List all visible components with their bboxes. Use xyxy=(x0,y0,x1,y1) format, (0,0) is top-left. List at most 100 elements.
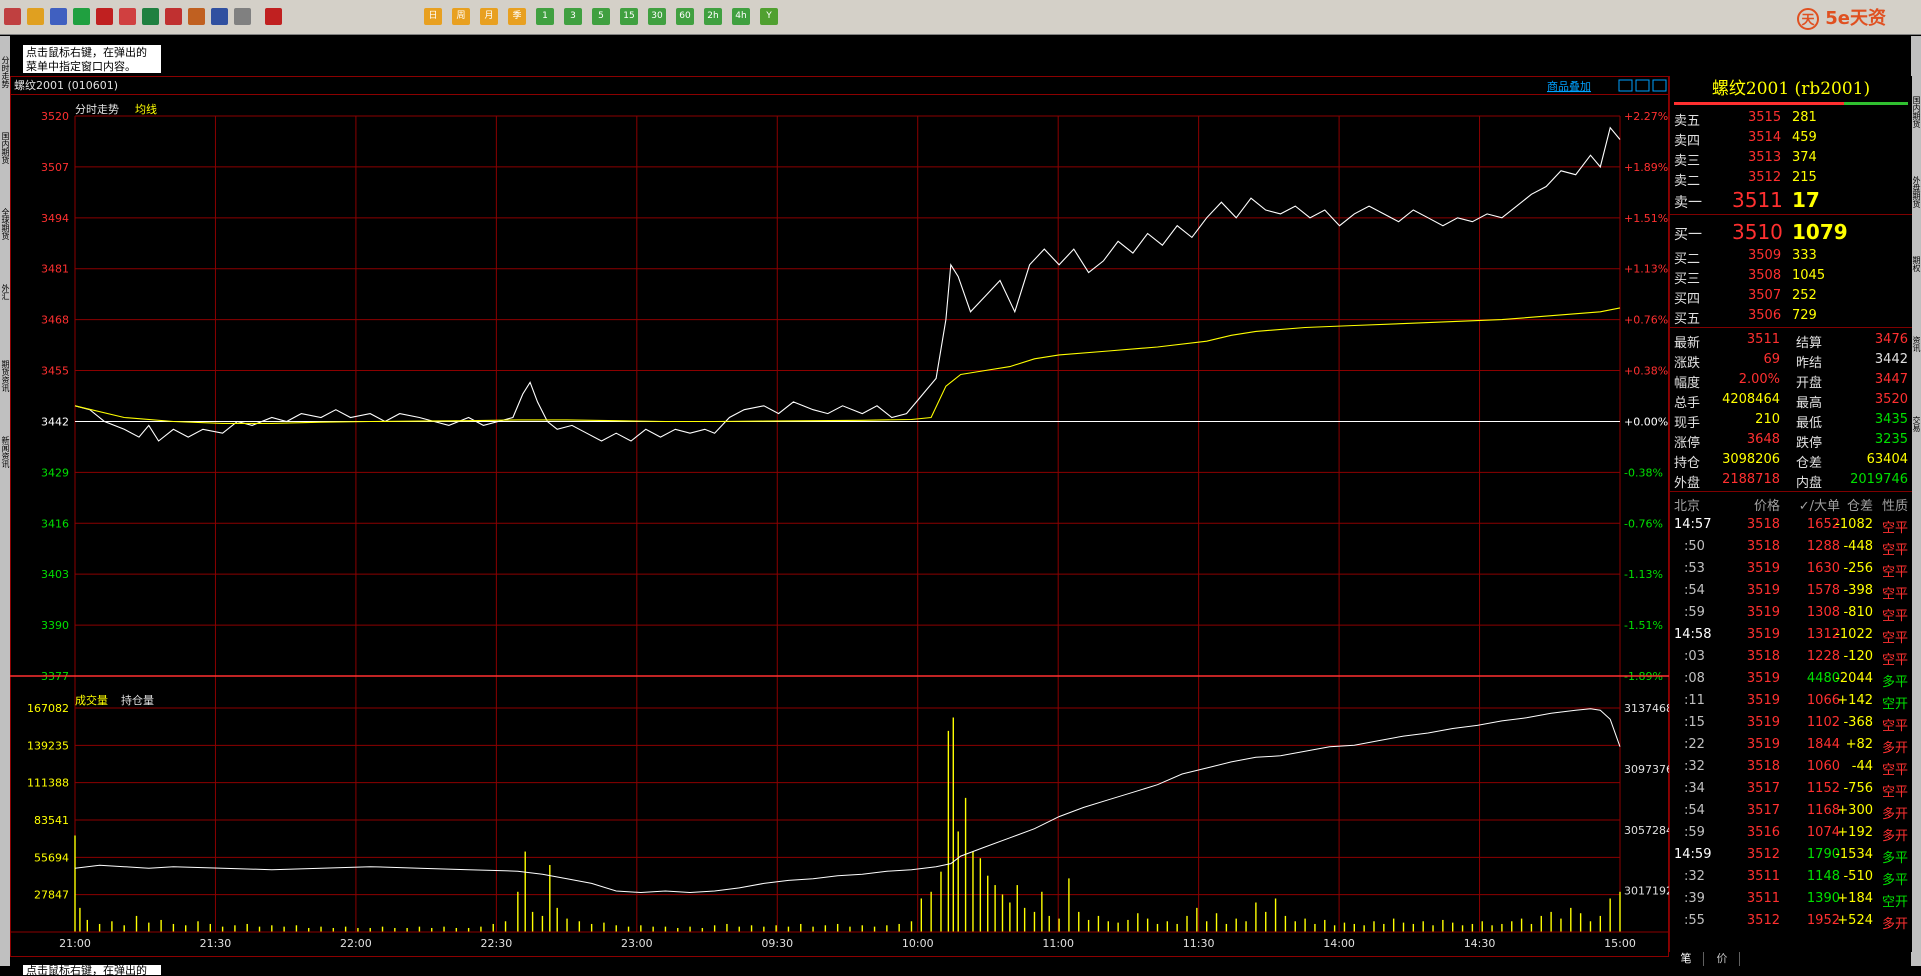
trade-row: :54 3519 1578 -398 空平 xyxy=(1670,580,1912,602)
arrow-back-icon[interactable] xyxy=(4,8,21,25)
period-button-季[interactable]: 季 xyxy=(508,8,526,25)
period-button-日[interactable]: 日 xyxy=(424,8,442,25)
left-tab[interactable]: 新闻资讯 xyxy=(0,436,10,506)
folder-icon[interactable] xyxy=(50,8,67,25)
tooltip-line-2: 菜单中指定窗口内容。 xyxy=(26,60,136,73)
tick-chart-icon[interactable] xyxy=(265,8,282,25)
period-button-月[interactable]: 月 xyxy=(480,8,498,25)
period-button-5[interactable]: 5 xyxy=(592,8,610,25)
level-volume: 1079 xyxy=(1792,220,1848,244)
trade-price: 3519 xyxy=(1746,583,1780,598)
left-tab[interactable]: 分时走势 xyxy=(0,56,10,126)
period-button-3[interactable]: 3 xyxy=(564,8,582,25)
period-button-4h[interactable]: 4h xyxy=(732,8,750,25)
filter-icon[interactable] xyxy=(211,8,228,25)
period-button-1[interactable]: 1 xyxy=(536,8,554,25)
trade-time: :54 xyxy=(1684,583,1705,598)
left-tab[interactable]: 全球期货 xyxy=(0,208,10,278)
trade-volume: 1288 xyxy=(1806,539,1840,554)
right-tab[interactable]: 资讯 xyxy=(1911,336,1921,406)
trade-nature: 空平 xyxy=(1881,631,1908,646)
trade-price: 3519 xyxy=(1746,737,1780,752)
trade-nature: 多开 xyxy=(1881,917,1908,932)
zoom-out-icon[interactable] xyxy=(119,8,136,25)
panel-tab[interactable]: 笔 xyxy=(1669,952,1704,966)
stat-label: 幅度 xyxy=(1674,376,1701,391)
level-volume: 252 xyxy=(1792,288,1817,303)
zoom-in-icon[interactable] xyxy=(96,8,113,25)
panel-tab[interactable]: 价 xyxy=(1705,952,1740,966)
home-icon[interactable] xyxy=(27,8,44,25)
trade-time: :59 xyxy=(1684,605,1705,620)
panel-bottom-tabs: 笔价 xyxy=(1669,952,1911,966)
sell-strength-bar xyxy=(1674,102,1844,105)
right-tab[interactable]: 外盘期货 xyxy=(1911,176,1921,246)
copy-icon[interactable] xyxy=(142,8,159,25)
stat-label: 外盘 xyxy=(1674,476,1701,491)
chart-header-icon xyxy=(1652,79,1667,92)
trade-price: 3518 xyxy=(1746,649,1780,664)
trade-oi-diff: +192 xyxy=(1837,825,1873,840)
left-tab[interactable]: 国内期货 xyxy=(0,132,10,202)
right-tab[interactable]: 交易 xyxy=(1911,416,1921,486)
stat-label: 最低 xyxy=(1796,416,1823,431)
trade-oi-diff: -368 xyxy=(1843,715,1873,730)
pct-tick-label: +0.76% xyxy=(1624,314,1668,327)
trade-header: 北京 价格 ✓/大单 仓差 性质 xyxy=(1670,492,1912,514)
pct-tick-label: -0.76% xyxy=(1624,517,1663,530)
oi-tick-label: 3097376 xyxy=(1624,763,1669,776)
stat-value: 2188718 xyxy=(1722,472,1780,487)
stat-row: 现手 210 最低 3435 xyxy=(1670,410,1912,431)
price-tick-label: 3416 xyxy=(41,517,69,530)
trade-oi-diff: +300 xyxy=(1837,803,1873,818)
period-button-60[interactable]: 60 xyxy=(676,8,694,25)
stat-label: 内盘 xyxy=(1796,476,1823,491)
refresh-icon[interactable] xyxy=(73,8,90,25)
sort-icon[interactable] xyxy=(234,8,251,25)
period-button-30[interactable]: 30 xyxy=(648,8,666,25)
price-tick-label: 3468 xyxy=(41,314,69,327)
trade-price: 3518 xyxy=(1746,759,1780,774)
trade-row: 14:57 3518 1652 -1082 空平 xyxy=(1670,514,1912,536)
stat-value: 2019746 xyxy=(1850,472,1908,487)
right-tab[interactable]: 国内期货 xyxy=(1911,96,1921,166)
level-label: 买四 xyxy=(1674,292,1701,307)
trade-time: :54 xyxy=(1684,803,1705,818)
time-tick-label: 10:00 xyxy=(902,937,934,950)
stat-value: 3447 xyxy=(1874,372,1908,387)
left-tab[interactable]: 外汇 xyxy=(0,284,10,354)
trade-oi-diff: -1022 xyxy=(1835,627,1873,642)
trade-volume: 1102 xyxy=(1806,715,1840,730)
period-button-Y[interactable]: Y xyxy=(760,8,778,25)
right-tab[interactable]: 期权 xyxy=(1911,256,1921,326)
toolbar: 日周月季 1 3 5 15 30 60 2h 4h Y 天 5e天资 xyxy=(0,0,1921,35)
trade-time: :22 xyxy=(1684,737,1705,752)
legend-oi: 持仓量 xyxy=(121,693,154,707)
level-volume: 215 xyxy=(1792,170,1817,185)
trade-nature: 空开 xyxy=(1881,697,1908,712)
stat-label: 总手 xyxy=(1674,396,1701,411)
right-side-tabs: 国内期货外盘期货期权资讯交易 xyxy=(1911,36,1921,966)
level-price: 3512 xyxy=(1748,170,1782,185)
pen-icon[interactable] xyxy=(165,8,182,25)
stat-value: 210 xyxy=(1755,412,1780,427)
period-button-周[interactable]: 周 xyxy=(452,8,470,25)
print-icon[interactable] xyxy=(188,8,205,25)
instrument-label: 螺纹2001 (010601) xyxy=(14,78,118,92)
level-label: 卖一 xyxy=(1674,195,1702,211)
period-button-2h[interactable]: 2h xyxy=(704,8,722,25)
pct-tick-label: +1.89% xyxy=(1624,161,1668,174)
left-tab[interactable]: 期货资讯 xyxy=(0,360,10,430)
trade-time: :32 xyxy=(1684,759,1705,774)
period-button-15[interactable]: 15 xyxy=(620,8,638,25)
level-label: 卖四 xyxy=(1674,134,1701,149)
ask-level: 卖五 3515 281 xyxy=(1670,108,1912,129)
tooltip-line-1: 点击鼠标右键，在弹出的 xyxy=(26,46,147,59)
level-volume: 1045 xyxy=(1792,268,1826,283)
trade-oi-diff: -120 xyxy=(1843,649,1873,664)
trade-nature: 多开 xyxy=(1881,741,1908,756)
trade-volume: 1390 xyxy=(1806,891,1840,906)
trade-time: :15 xyxy=(1684,715,1705,730)
level-label: 买五 xyxy=(1674,312,1701,327)
trade-price: 3511 xyxy=(1746,869,1780,884)
